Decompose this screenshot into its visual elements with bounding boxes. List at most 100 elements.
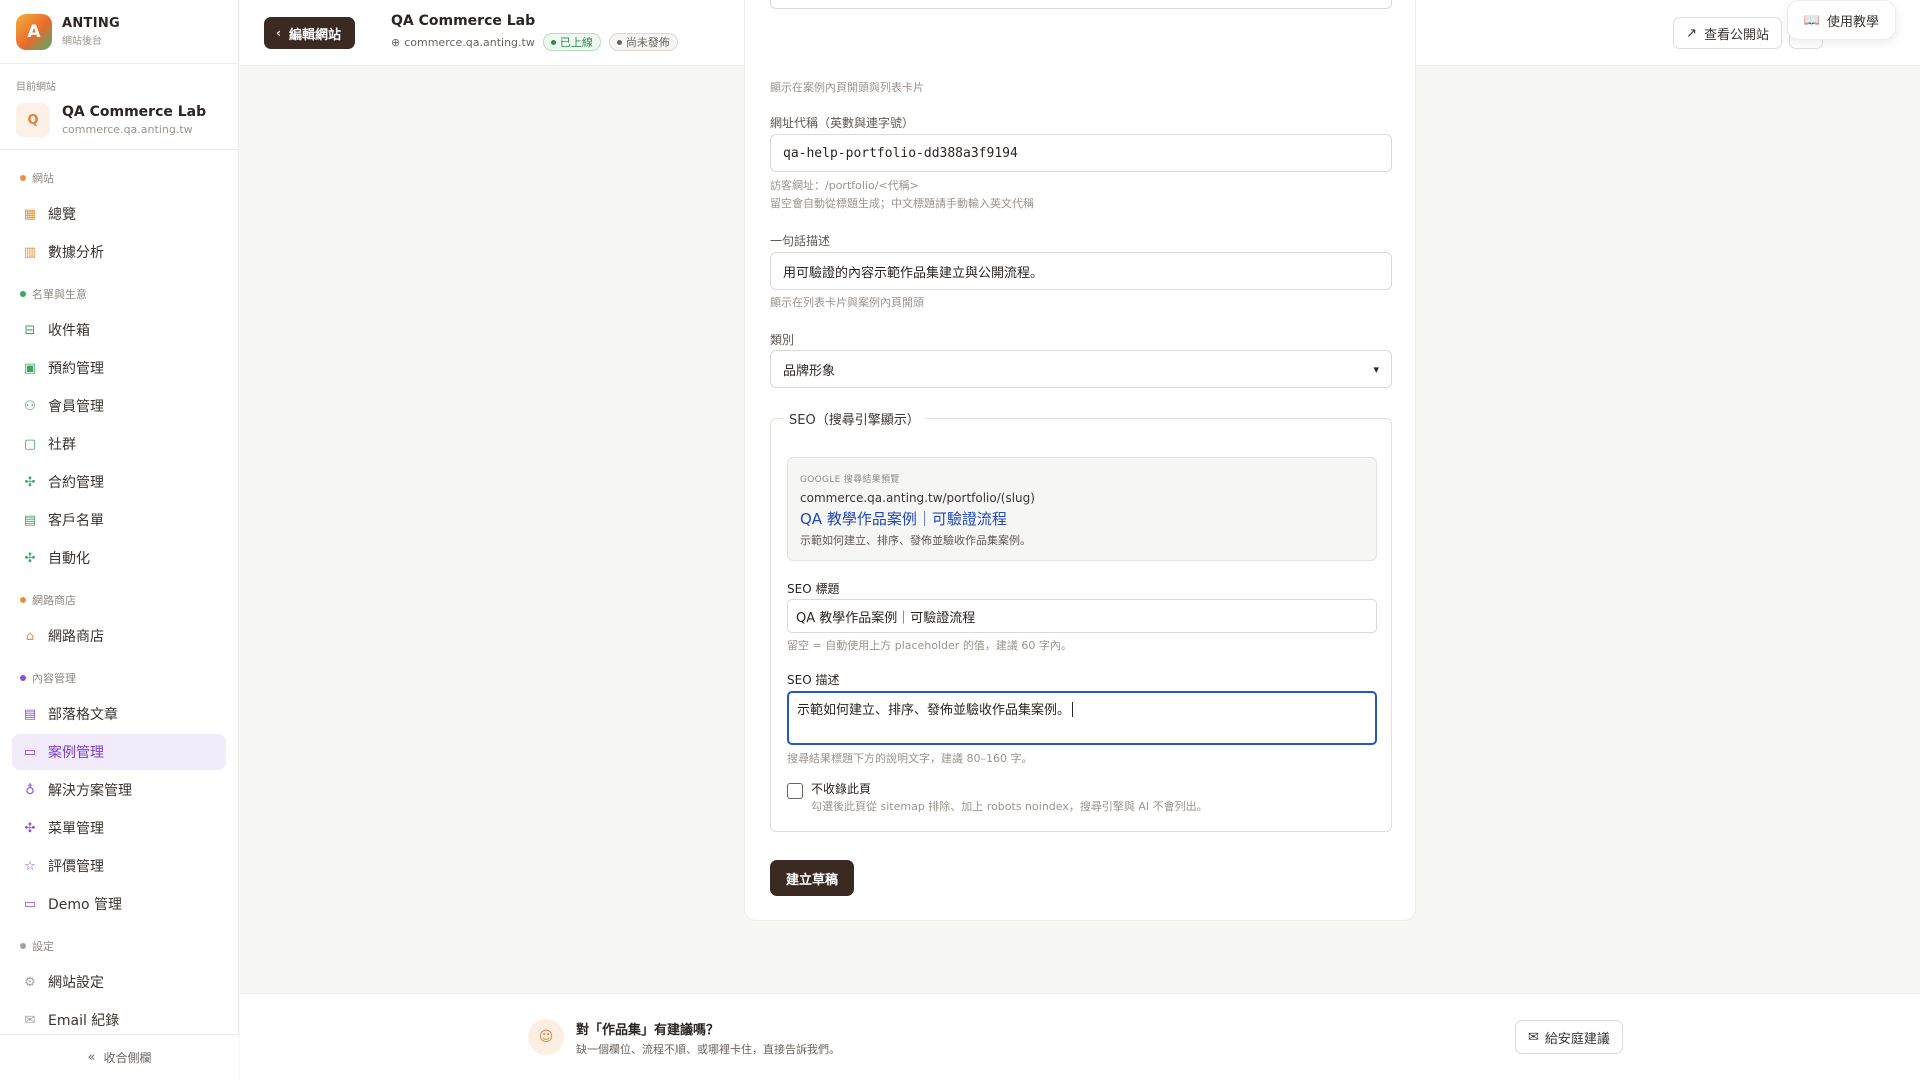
brand-name: ANTING bbox=[62, 16, 120, 31]
google-preview: GOOGLE 搜尋結果預覽 commerce.qa.anting.tw/port… bbox=[787, 457, 1377, 561]
sidebar-item[interactable]: ♁ 解決方案管理 bbox=[12, 772, 226, 808]
sidebar-item-label: 案例管理 bbox=[48, 745, 104, 761]
seo-desc-label: SEO 描述 bbox=[787, 673, 840, 687]
sidebar-nav: 網站 ▦ 總覽 ▥ 數據分析 名單與生意 ⊟ 收件箱 ▣ 預約管理 ⚇ 會員管理 ▢ 社群 ✣ 合約管理 ▤ 客戶… bbox=[0, 150, 238, 1038]
nav-section-title: 網站 bbox=[0, 156, 238, 194]
nav-section-title: 網路商店 bbox=[0, 578, 238, 616]
category-select[interactable]: 品牌形象 ▾ bbox=[770, 350, 1392, 388]
cluster-icon: ✣ bbox=[24, 550, 36, 566]
external-link-icon: ↗ bbox=[1686, 25, 1697, 41]
google-preview-url: commerce.qa.anting.tw/portfolio/(slug) bbox=[800, 491, 1035, 505]
slug-input[interactable]: qa-help-portfolio-dd388a3f9194 bbox=[770, 134, 1392, 172]
book-icon: 📖 bbox=[1803, 12, 1820, 28]
sidebar-item[interactable]: ✣ 合約管理 bbox=[12, 464, 226, 500]
edit-site-button[interactable]: ‹ 編輯網站 bbox=[264, 17, 355, 49]
google-preview-desc: 示範如何建立、排序、發佈並驗收作品集案例。 bbox=[800, 534, 1031, 547]
feedback-bar: ☺ 對「作品集」有建議嗎？ 缺一個欄位、流程不順、或哪裡卡住，直接告訴我們。 ✉… bbox=[240, 993, 1920, 1080]
sidebar-item[interactable]: ⌂ 網路商店 bbox=[12, 618, 226, 654]
slug-label: 網址代稱（英數與連字號） bbox=[770, 116, 915, 130]
google-preview-title: QA 教學作品案例｜可驗證流程 bbox=[800, 510, 1007, 528]
seo-title-help: 留空 = 自動使用上方 placeholder 的值，建議 60 字內。 bbox=[787, 639, 1072, 652]
sidebar-item-label: 總覽 bbox=[48, 207, 76, 223]
globe-icon: ⊕ bbox=[391, 35, 401, 49]
topbar-site-url: commerce.qa.anting.tw bbox=[404, 35, 535, 49]
sidebar-item[interactable]: ✣ 自動化 bbox=[12, 540, 226, 576]
sidebar-item[interactable]: ▤ 部落格文章 bbox=[12, 696, 226, 732]
noindex-help: 勾選後此頁從 sitemap 排除、加上 robots noindex，搜尋引擎… bbox=[811, 800, 1208, 813]
sidebar-item-label: Demo 管理 bbox=[48, 897, 123, 913]
feedback-button[interactable]: ✉ 給安庭建議 bbox=[1515, 1020, 1623, 1054]
nav-section-title: 設定 bbox=[0, 924, 238, 962]
sidebar-item[interactable]: ▭ 案例管理 bbox=[12, 734, 226, 770]
nav-section-title: 名單與生意 bbox=[0, 272, 238, 310]
topbar-site: QA Commerce Lab ⊕ commerce.qa.anting.tw … bbox=[391, 13, 678, 51]
sidebar-item-label: 網站設定 bbox=[48, 975, 104, 991]
sidebar-item[interactable]: ⚙ 網站設定 bbox=[12, 964, 226, 1000]
sidebar-item[interactable]: ▭ Demo 管理 bbox=[12, 886, 226, 922]
store-icon: ⌂ bbox=[25, 628, 35, 644]
summary-label: 一句話描述 bbox=[770, 234, 831, 248]
create-draft-button[interactable]: 建立草稿 bbox=[770, 860, 855, 896]
collapse-sidebar-button[interactable]: « 收合側欄 bbox=[0, 1034, 239, 1080]
site-name: QA Commerce Lab bbox=[62, 104, 207, 120]
seo-desc-textarea[interactable]: 示範如何建立、排序、發佈並驗收作品集案例。 bbox=[787, 691, 1377, 745]
seo-legend: SEO（搜尋引擎顯示） bbox=[783, 409, 926, 428]
feedback-icon: ☺ bbox=[528, 1019, 564, 1055]
status-badge-online: 已上線 bbox=[542, 33, 601, 51]
contact-icon: ▤ bbox=[23, 512, 37, 528]
title-help: 顯示在案例內頁開頭與列表卡片 bbox=[770, 81, 924, 94]
summary-input[interactable]: 用可驗證的內容示範作品集建立與公開流程。 bbox=[770, 252, 1392, 290]
sidebar-item[interactable]: ✉ Email 紀錄 bbox=[12, 1002, 226, 1038]
current-site-card[interactable]: Q QA Commerce Lab commerce.qa.anting.tw bbox=[0, 93, 238, 150]
category-value: 品牌形象 bbox=[783, 363, 836, 379]
site-url: commerce.qa.anting.tw bbox=[62, 123, 193, 136]
view-public-site-button[interactable]: ↗ 查看公開站 bbox=[1673, 17, 1782, 49]
tutorial-button[interactable]: 📖 使用教學 bbox=[1786, 0, 1896, 40]
slug-help-url: 訪客網址：/portfolio/<代稱> bbox=[770, 179, 919, 192]
document-icon: ▤ bbox=[23, 706, 37, 722]
feedback-title: 對「作品集」有建議嗎？ bbox=[576, 1023, 720, 1038]
chevrons-left-icon: « bbox=[87, 1050, 96, 1065]
briefcase-icon: ▭ bbox=[23, 744, 37, 760]
sidebar-item[interactable]: ⚇ 會員管理 bbox=[12, 388, 226, 424]
sidebar-item[interactable]: ⊟ 收件箱 bbox=[12, 312, 226, 348]
feedback-subtitle: 缺一個欄位、流程不順、或哪裡卡住，直接告訴我們。 bbox=[576, 1043, 840, 1056]
sidebar-item-label: 自動化 bbox=[48, 551, 90, 567]
title-input[interactable] bbox=[770, 0, 1392, 9]
seo-fieldset: SEO（搜尋引擎顯示） GOOGLE 搜尋結果預覽 commerce.qa.an… bbox=[770, 409, 1392, 832]
sidebar-item[interactable]: ▤ 客戶名單 bbox=[12, 502, 226, 538]
collapse-label: 收合側欄 bbox=[103, 1051, 152, 1065]
inbox-icon: ⊟ bbox=[24, 322, 36, 338]
edit-site-label: 編輯網站 bbox=[288, 27, 341, 43]
site-avatar: Q bbox=[16, 103, 50, 137]
brand-subtitle: 網站後台 bbox=[62, 36, 102, 47]
calendar-icon: ▣ bbox=[23, 360, 37, 376]
summary-help: 顯示在列表卡片與案例內頁開頭 bbox=[770, 296, 924, 309]
noindex-label: 不收錄此頁 bbox=[811, 782, 872, 796]
cluster-icon: ✣ bbox=[24, 474, 36, 490]
sidebar-item[interactable]: ▥ 數據分析 bbox=[12, 234, 226, 270]
sidebar-item[interactable]: ▦ 總覽 bbox=[12, 196, 226, 232]
nav-section-title: 內容管理 bbox=[0, 656, 238, 694]
sidebar-item-label: 客戶名單 bbox=[48, 513, 104, 529]
seo-title-input[interactable]: QA 教學作品案例｜可驗證流程 bbox=[787, 599, 1377, 633]
sidebar-item-label: 網路商店 bbox=[48, 629, 104, 645]
sidebar-item[interactable]: ▣ 預約管理 bbox=[12, 350, 226, 386]
sidebar-item-label: 會員管理 bbox=[48, 399, 104, 415]
sidebar-item[interactable]: ✣ 菜單管理 bbox=[12, 810, 226, 846]
sidebar-item-label: 評價管理 bbox=[48, 859, 104, 875]
category-label: 類別 bbox=[770, 333, 795, 347]
chat-icon: ▢ bbox=[23, 436, 37, 452]
sidebar-item-label: 預約管理 bbox=[48, 361, 104, 377]
sidebar-item-label: Email 紀錄 bbox=[48, 1013, 120, 1029]
sidebar-item[interactable]: ☆ 評價管理 bbox=[12, 848, 226, 884]
sidebar-item[interactable]: ▢ 社群 bbox=[12, 426, 226, 462]
noindex-checkbox[interactable] bbox=[787, 783, 803, 799]
chevron-down-icon: ▾ bbox=[1373, 362, 1379, 376]
bar-chart-icon: ▥ bbox=[23, 244, 37, 260]
chevron-left-icon: ‹ bbox=[276, 26, 281, 40]
seo-title-label: SEO 標題 bbox=[787, 582, 840, 596]
sidebar-item-label: 收件箱 bbox=[48, 323, 90, 339]
status-badge-draft: 尚未發佈 bbox=[608, 33, 678, 51]
google-preview-label: GOOGLE 搜尋結果預覽 bbox=[800, 475, 900, 485]
